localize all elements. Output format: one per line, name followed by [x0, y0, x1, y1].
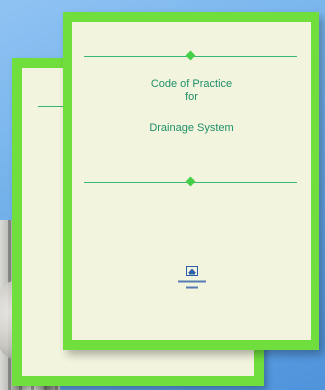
publisher-text — [72, 280, 311, 284]
front-book-cover: Code of Practice for Drainage System — [63, 12, 319, 350]
front-book-page: Code of Practice for Drainage System — [72, 22, 311, 340]
top-divider-diamond-icon — [185, 50, 195, 61]
cover-title-line-1: Code of Practice — [150, 78, 233, 90]
cover-title-line-3: Drainage System — [149, 122, 234, 134]
publisher-text-mark — [177, 280, 206, 283]
bottom-divider — [84, 176, 297, 188]
top-divider — [84, 50, 297, 62]
publisher-text-cjk — [72, 286, 311, 290]
bottom-divider-diamond-icon — [185, 176, 195, 187]
building-emblem-icon — [185, 266, 198, 276]
publisher-text-cjk-mark — [185, 286, 198, 289]
cover-title-line-2: for — [185, 91, 198, 103]
